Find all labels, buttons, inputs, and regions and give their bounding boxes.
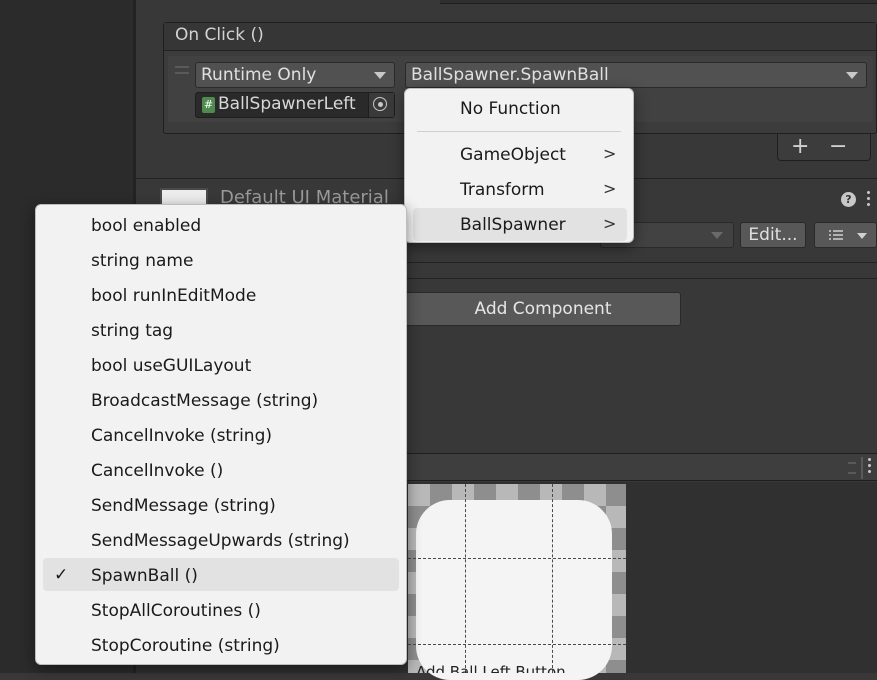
chevron-down-icon (846, 72, 858, 79)
shader-options-button[interactable] (814, 222, 877, 248)
function-dropdown[interactable]: BallSpawner.SpawnBall (405, 62, 867, 88)
submenu-item[interactable]: string tag (91, 321, 173, 341)
checkmark-icon: ✓ (54, 565, 69, 585)
menu-item-gameobject[interactable]: GameObject (460, 145, 566, 165)
menu-item-no-function[interactable]: No Function (460, 99, 561, 119)
submenu-item[interactable]: bool enabled (91, 216, 201, 236)
chevron-right-icon: > (603, 214, 617, 233)
menu-item-transform[interactable]: Transform (460, 180, 545, 200)
chevron-down-icon (711, 232, 723, 239)
submenu-item[interactable]: SendMessageUpwards (string) (91, 531, 350, 551)
submenu-item-spawnball-label: SpawnBall () (91, 566, 198, 586)
remove-listener-button[interactable]: − (829, 134, 847, 159)
list-icon (829, 230, 867, 240)
ballspawner-submenu: bool enabled string name bool runInEditM… (35, 204, 407, 665)
menu-separator (417, 131, 621, 132)
preview-caption: Add Ball Left Button (416, 664, 566, 673)
chevron-down-icon (374, 72, 386, 79)
submenu-item[interactable]: BroadcastMessage (string) (91, 391, 318, 411)
submenu-item[interactable]: StopCoroutine (string) (91, 636, 280, 656)
runtime-dropdown[interactable]: Runtime Only (195, 62, 395, 88)
add-listener-button[interactable]: + (791, 134, 809, 159)
target-icon (373, 97, 387, 111)
on-click-header (164, 23, 876, 51)
submenu-item[interactable]: CancelInvoke (string) (91, 426, 272, 446)
kebab-menu-icon[interactable] (868, 458, 872, 478)
target-object-name: BallSpawnerLeft (218, 94, 356, 114)
help-icon[interactable]: ? (841, 192, 856, 207)
function-dropdown-label: BallSpawner.SpawnBall (411, 65, 609, 85)
add-component-button[interactable]: Add Component (405, 292, 681, 326)
previous-field[interactable] (440, 0, 877, 4)
preview-caption-clip: Add Ball Left Button (408, 664, 626, 673)
slice-guide (408, 644, 626, 645)
submenu-item[interactable]: CancelInvoke () (91, 461, 223, 481)
submenu-item[interactable]: string name (91, 251, 193, 271)
on-click-title: On Click () (175, 25, 264, 45)
sprite-preview (416, 500, 612, 680)
submenu-item[interactable]: bool runInEditMode (91, 286, 256, 306)
drag-handle-icon[interactable] (848, 462, 856, 474)
menu-item-ballspawner-label: BallSpawner (460, 215, 566, 235)
script-icon: # (202, 97, 215, 113)
edit-shader-button[interactable]: Edit... (740, 222, 806, 248)
chevron-right-icon: > (603, 179, 617, 198)
slice-guide (552, 484, 553, 673)
chevron-right-icon: > (603, 144, 617, 163)
drag-handle-icon[interactable] (175, 66, 189, 74)
submenu-item[interactable]: SendMessage (string) (91, 496, 276, 516)
runtime-dropdown-label: Runtime Only (201, 65, 317, 85)
slice-guide (408, 558, 626, 559)
slice-guide (465, 484, 466, 673)
submenu-item[interactable]: bool useGUILayout (91, 356, 251, 376)
submenu-item[interactable]: StopAllCoroutines () (91, 601, 261, 621)
function-menu: No Function GameObject > Transform > Bal… (404, 88, 634, 243)
kebab-menu-icon[interactable] (867, 191, 871, 207)
splitter-icon (861, 457, 863, 479)
